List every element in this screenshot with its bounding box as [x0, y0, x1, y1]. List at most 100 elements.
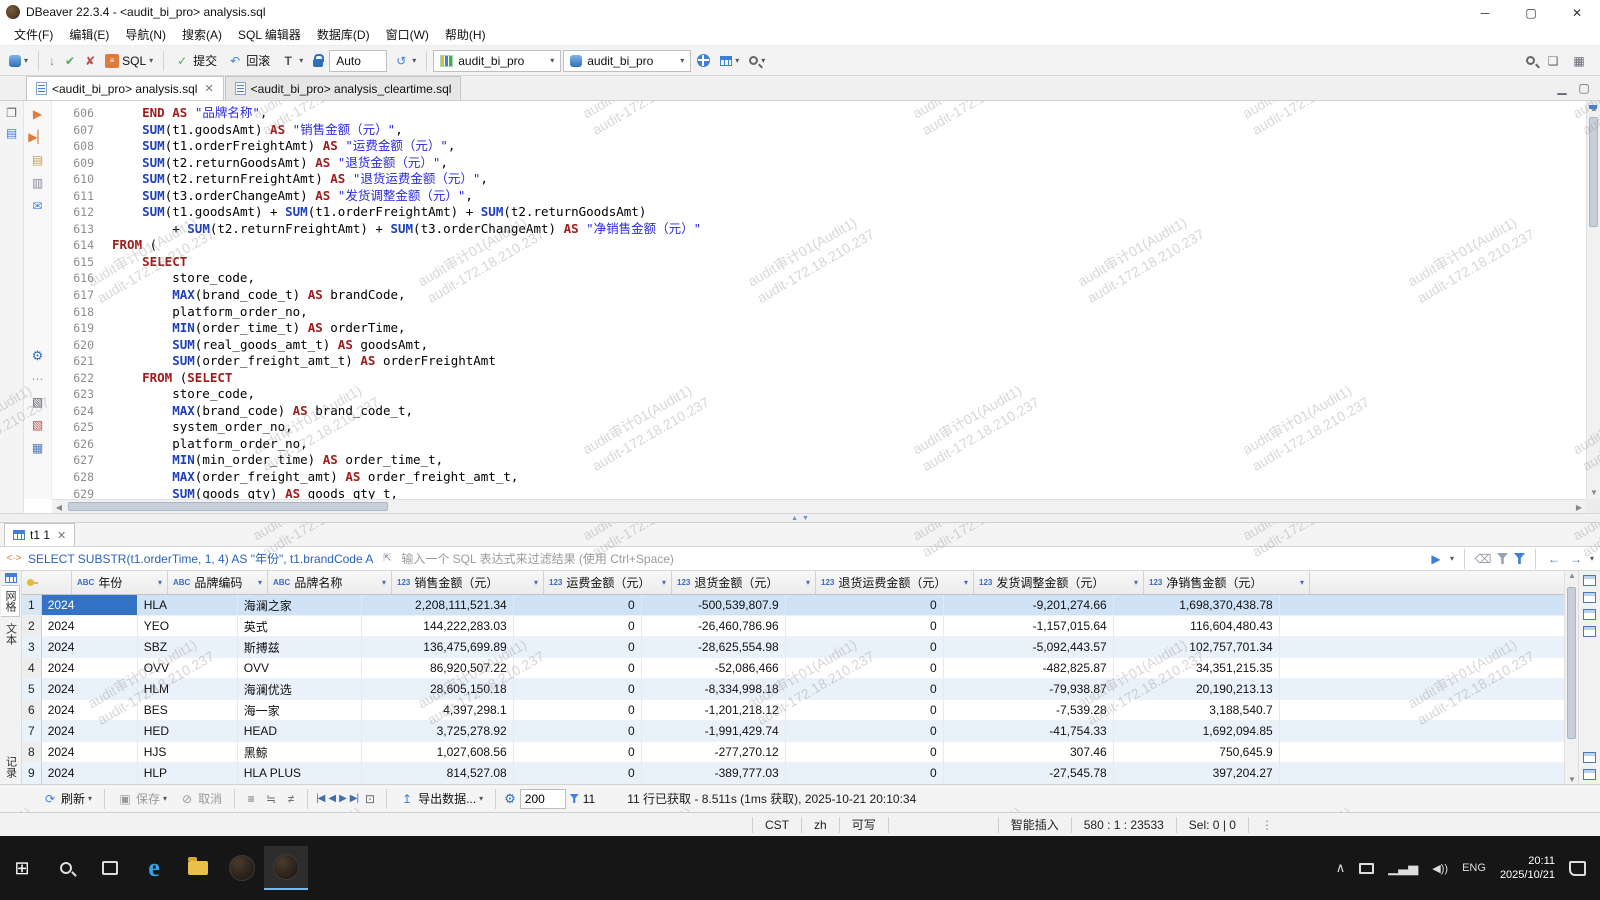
more-icon[interactable]: ⋯ [30, 371, 46, 387]
cell[interactable]: 2024 [42, 616, 138, 637]
cell[interactable]: 0 [514, 658, 642, 679]
code-line[interactable]: SUM(t2.returnFreightAmt) AS "退货运费金额（元）", [112, 171, 1586, 188]
result-tab-t1[interactable]: t1 1 ✕ [4, 523, 75, 546]
cell[interactable]: -389,777.03 [642, 763, 786, 784]
cell[interactable]: -1,201,218.12 [642, 700, 786, 721]
column-header-9[interactable]: 123净销售金额（元）▾ [1144, 571, 1310, 594]
filter-settings-icon[interactable] [1497, 553, 1508, 564]
status-writable[interactable]: 可写 [839, 817, 888, 833]
action-center-icon[interactable] [1569, 861, 1586, 876]
column-menu-icon[interactable]: ▾ [382, 578, 386, 587]
new-sql-editor-button[interactable]: ≡ SQL▾ [101, 49, 157, 73]
commit-icon-button[interactable]: ✔ [61, 49, 79, 73]
refresh-button[interactable]: ⟳刷新▾ [38, 787, 96, 811]
code-line[interactable]: SUM(t3.orderChangeAmt) AS "发货调整金额（元）", [112, 188, 1586, 205]
cell[interactable]: -9,201,274.66 [944, 595, 1114, 616]
column-header-4[interactable]: 123销售金额（元）▾ [392, 571, 544, 594]
cell[interactable]: 750,645.9 [1114, 742, 1280, 763]
scroll-thumb[interactable] [1589, 117, 1598, 227]
cell[interactable]: 20,190,213.13 [1114, 679, 1280, 700]
close-result-tab-icon[interactable]: ✕ [57, 529, 66, 542]
cell[interactable]: -26,460,786.96 [642, 616, 786, 637]
cell[interactable]: -1,991,429.74 [642, 721, 786, 742]
cell[interactable]: 1,698,370,438.78 [1114, 595, 1280, 616]
grid-settings-button[interactable]: ▾ [716, 49, 743, 73]
output-icon[interactable]: ▧ [30, 394, 46, 410]
cell[interactable]: HLP [138, 763, 238, 784]
explain-plan-icon[interactable]: ▤ [30, 152, 46, 168]
grid-corner[interactable] [22, 571, 72, 594]
cell[interactable]: 斯搏兹 [238, 637, 362, 658]
cell[interactable]: 28,605,150.18 [362, 679, 514, 700]
row-number[interactable]: 3 [22, 637, 42, 658]
tab-analysis-cleartime-sql[interactable]: <audit_bi_pro> analysis_cleartime.sql [225, 76, 462, 100]
cell[interactable]: 0 [514, 763, 642, 784]
editor-horizontal-scrollbar[interactable]: ◀ ▶ [52, 499, 1586, 513]
cell[interactable]: 0 [514, 595, 642, 616]
cell[interactable]: 102,757,701.34 [1114, 637, 1280, 658]
row-number[interactable]: 7 [22, 721, 42, 742]
code-line[interactable]: FROM ( [112, 237, 1586, 254]
cell[interactable]: HJS [138, 742, 238, 763]
row-number[interactable]: 4 [22, 658, 42, 679]
cell[interactable]: 2024 [42, 763, 138, 784]
outline-icon[interactable]: ▤ [4, 125, 20, 141]
tab-analysis-sql[interactable]: <audit_bi_pro> analysis.sql ✕ [26, 76, 224, 100]
code-line[interactable]: system_order_no, [112, 419, 1586, 436]
layout-icon[interactable]: ▦ [1571, 53, 1587, 69]
txn-mode-button[interactable]: T▾ [276, 49, 307, 73]
cell[interactable]: HLA [138, 595, 238, 616]
code-line[interactable]: MAX(brand_code_t) AS brandCode, [112, 287, 1586, 304]
column-header-5[interactable]: 123运费金额（元）▾ [544, 571, 672, 594]
cell[interactable]: 英式 [238, 616, 362, 637]
first-row-button[interactable]: |◀ [316, 793, 324, 804]
table-row[interactable]: 32024SBZ斯搏兹136,475,699.890-28,625,554.98… [22, 637, 1564, 658]
code-line[interactable]: MAX(brand_code) AS brand_code_t, [112, 403, 1586, 420]
cell[interactable]: 2024 [42, 700, 138, 721]
code-line[interactable]: MAX(order_freight_amt) AS order_freight_… [112, 469, 1586, 486]
table-row[interactable]: 22024YEO英式144,222,283.030-26,460,786.960… [22, 616, 1564, 637]
code-line[interactable]: FROM (SELECT [112, 370, 1586, 387]
cell[interactable]: HED [138, 721, 238, 742]
cell[interactable]: 0 [786, 700, 944, 721]
commit-button[interactable]: ✓提交 [170, 49, 221, 73]
cell[interactable]: 2024 [42, 595, 138, 616]
settings-gear-icon[interactable]: ⚙ [32, 348, 44, 364]
cell[interactable]: 0 [514, 721, 642, 742]
pinned-app-button[interactable] [220, 846, 264, 890]
column-header-3[interactable]: ABC品牌名称▾ [268, 571, 392, 594]
cell[interactable]: 34,351,215.35 [1114, 658, 1280, 679]
result-chart-icon[interactable]: ▦ [30, 440, 46, 456]
commit-mode-combo[interactable]: Auto [329, 50, 387, 72]
grid-view-icon[interactable] [5, 573, 17, 583]
duplicate-row-icon[interactable]: ≒ [263, 791, 279, 807]
panel-value-icon[interactable] [1583, 575, 1596, 586]
cell[interactable]: 814,527.08 [362, 763, 514, 784]
cell[interactable]: 0 [514, 742, 642, 763]
close-tab-icon[interactable]: ✕ [204, 82, 213, 95]
cell[interactable]: 0 [514, 637, 642, 658]
cell[interactable]: -41,754.33 [944, 721, 1114, 742]
network-button[interactable] [693, 49, 714, 73]
task-view-button[interactable] [88, 846, 132, 890]
tab-record-view[interactable]: 记录 [3, 756, 19, 778]
fetch-button[interactable]: ↓ [45, 49, 59, 73]
maximize-editor-icon[interactable]: ▢ [1576, 80, 1592, 96]
dbeaver-taskbar-button[interactable] [264, 846, 308, 890]
cell[interactable]: 4,397,298.1 [362, 700, 514, 721]
cancel-button[interactable]: ⊘取消 [175, 787, 226, 811]
code-line[interactable]: SUM(t1.goodsAmt) + SUM(t1.orderFreightAm… [112, 204, 1586, 221]
row-number[interactable]: 2 [22, 616, 42, 637]
cell[interactable]: 86,920,507.22 [362, 658, 514, 679]
code-line[interactable]: SELECT [112, 254, 1586, 271]
row-number[interactable]: 6 [22, 700, 42, 721]
column-menu-icon[interactable]: ▾ [534, 578, 538, 587]
menu-item-7[interactable]: 窗口(W) [378, 23, 437, 46]
back-icon[interactable]: ← [1546, 551, 1562, 567]
minimize-button[interactable]: ─ [1462, 0, 1508, 26]
cell[interactable]: -482,825.87 [944, 658, 1114, 679]
cell[interactable]: HEAD [238, 721, 362, 742]
cell[interactable]: 0 [514, 700, 642, 721]
cell[interactable]: 0 [786, 742, 944, 763]
cell[interactable]: 2,208,111,521.34 [362, 595, 514, 616]
